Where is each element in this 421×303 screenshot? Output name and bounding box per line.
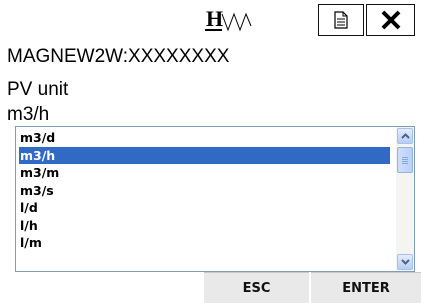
scrollbar-thumb[interactable] <box>397 147 413 173</box>
esc-button[interactable]: ESC <box>204 272 309 303</box>
list-item[interactable]: m3/m <box>19 164 390 182</box>
current-value: m3/h <box>7 104 50 125</box>
list-item[interactable]: l/m <box>19 234 390 252</box>
device-tag: MAGNEW2W:XXXXXXXX <box>7 46 230 67</box>
list-item[interactable]: l/h <box>19 217 390 235</box>
list-item[interactable]: l/d <box>19 199 390 217</box>
enter-button[interactable]: ENTER <box>311 272 421 303</box>
list-item[interactable]: m3/s <box>19 182 390 200</box>
scroll-up-button[interactable] <box>397 128 413 144</box>
parameter-name: PV unit <box>7 79 69 100</box>
document-icon <box>334 11 348 29</box>
close-icon <box>381 10 400 30</box>
vertical-scrollbar[interactable] <box>396 127 414 271</box>
scroll-down-button[interactable] <box>397 254 413 270</box>
unit-listbox[interactable]: m3/d m3/h m3/m m3/s l/d l/h l/m <box>15 126 415 272</box>
list-item[interactable]: m3/d <box>19 129 390 147</box>
hw-logo: H <box>205 6 252 32</box>
unit-list: m3/d m3/h m3/m m3/s l/d l/h l/m <box>19 129 390 252</box>
close-button[interactable] <box>366 4 415 36</box>
document-button[interactable] <box>318 4 364 36</box>
svg-text:H: H <box>206 6 223 31</box>
chevron-up-icon <box>400 133 410 139</box>
list-item-selected[interactable]: m3/h <box>19 146 390 164</box>
chevron-down-icon <box>400 259 410 265</box>
